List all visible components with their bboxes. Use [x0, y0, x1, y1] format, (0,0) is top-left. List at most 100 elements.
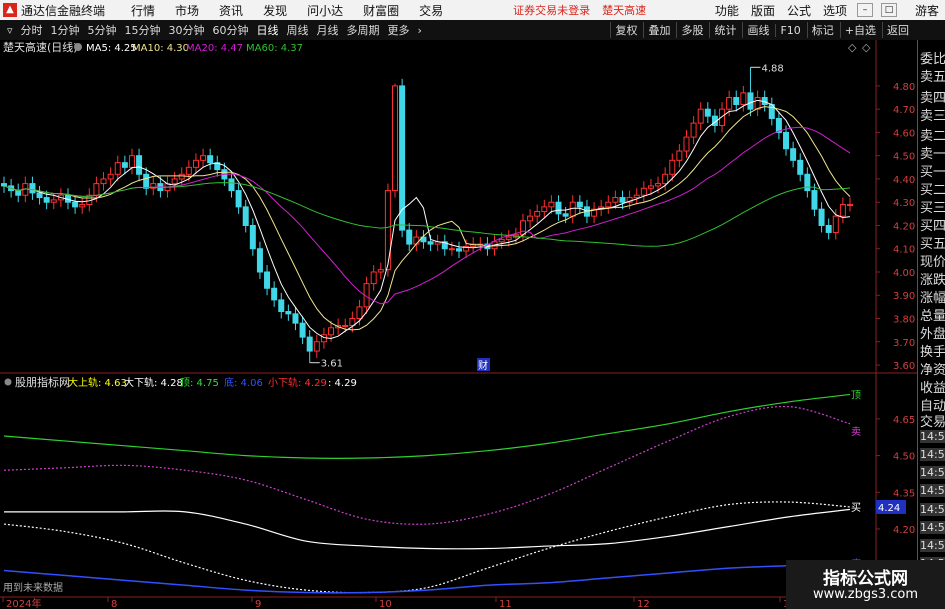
tool-multi-stock[interactable]: 多股 [676, 22, 707, 38]
indicator-tick-label: 4.20 [893, 525, 915, 536]
ma-legend-3: MA20: 4.47 [186, 43, 243, 54]
candle-body [121, 162, 128, 168]
side-panel-item[interactable]: 14:56 [920, 503, 945, 516]
menu-function[interactable]: 功能 [715, 2, 739, 19]
tool-f10[interactable]: F10 [775, 23, 804, 37]
tool-add-watchlist[interactable]: +自选 [839, 22, 880, 38]
tool-adjust[interactable]: 复权 [610, 22, 641, 38]
candle-body [612, 197, 619, 203]
candle-body [292, 313, 299, 324]
period-30min[interactable]: 30分钟 [166, 22, 208, 38]
candle-body [171, 178, 178, 185]
ma-legend-4: MA60: 4.37 [246, 43, 303, 54]
candle-body [107, 173, 114, 180]
minimize-icon[interactable]: – [856, 3, 873, 17]
tool-overlay[interactable]: 叠加 [643, 22, 674, 38]
side-panel-item[interactable]: 卖三 [920, 105, 945, 124]
side-panel-item[interactable]: 买三 [920, 197, 945, 216]
side-panel-item[interactable]: 交易 [920, 411, 945, 430]
login-notice[interactable]: 证券交易未登录 [513, 2, 590, 18]
candle-body [313, 341, 320, 352]
side-panel-item[interactable]: 卖五 [920, 66, 945, 85]
period-daily[interactable]: 日线 [254, 22, 282, 38]
side-panel-item[interactable]: 14:56 [920, 539, 945, 552]
menu-quotes[interactable]: 行情 [131, 2, 155, 19]
stock-chart[interactable]: 4.80 4.70 4.60 4.50 4.40 4.30 4.20 4.10 4.00 3.90… [0, 40, 917, 609]
period-60min[interactable]: 60分钟 [210, 22, 252, 38]
candle-body [192, 159, 199, 168]
period-toolbar: ▿ 分时 1分钟 5分钟 15分钟 30分钟 60分钟 日线 周线 月线 多周期… [0, 20, 945, 41]
period-more[interactable]: 更多 [385, 22, 413, 38]
candle-body [43, 197, 50, 203]
period-multi[interactable]: 多周期 [344, 22, 383, 38]
dropdown-icon[interactable]: ▿ [4, 24, 16, 37]
side-panel-item[interactable]: 14:56 [920, 430, 945, 443]
menu-wealth[interactable]: 财富圈 [363, 2, 399, 19]
candle-body [733, 97, 740, 106]
period-15min[interactable]: 15分钟 [122, 22, 164, 38]
price-tick-label: 4.00 [893, 268, 915, 279]
candle-body [306, 336, 313, 352]
side-panel-item[interactable]: 卖一 [920, 143, 945, 162]
side-panel-item[interactable]: 收益 [920, 377, 945, 396]
period-timeshare[interactable]: 分时 [18, 22, 46, 38]
period-5min[interactable]: 5分钟 [85, 22, 120, 38]
tool-stats[interactable]: 统计 [709, 22, 740, 38]
chevron-right-icon[interactable]: › [415, 24, 425, 37]
side-panel-item[interactable]: 涨幅 [920, 287, 945, 306]
menu-trade[interactable]: 交易 [419, 2, 443, 19]
period-1min[interactable]: 1分钟 [48, 22, 83, 38]
side-panel-item[interactable]: 买二 [920, 179, 945, 198]
candle-body [178, 173, 185, 180]
menu-discover[interactable]: 发现 [263, 2, 287, 19]
candle-body [534, 211, 541, 217]
restore-icon[interactable]: □ [880, 3, 897, 17]
menu-news[interactable]: 资讯 [219, 2, 243, 19]
candle-body [72, 201, 79, 208]
candle-body [136, 155, 143, 175]
side-panel-item[interactable]: 涨跌 [920, 269, 945, 288]
main-panel-bg [0, 40, 917, 373]
price-tick-label: 3.70 [893, 338, 915, 349]
tool-mark[interactable]: 标记 [806, 22, 838, 38]
side-panel-item[interactable]: 净资 [920, 359, 945, 378]
price-tick-label: 4.20 [893, 221, 915, 232]
candle-body [413, 236, 420, 245]
candle-body [655, 183, 662, 187]
side-panel-item[interactable]: 卖四 [920, 87, 945, 106]
price-tick-label: 4.70 [893, 105, 915, 116]
side-panel-item[interactable]: 现价 [920, 251, 945, 270]
candle-body [235, 190, 242, 208]
side-panel-item[interactable]: 总量 [920, 305, 945, 324]
menu-bar: ▲ 通达信金融终端 行情 市场 资讯 发现 问小达 财富圈 交易 证券交易未登录… [0, 0, 945, 20]
side-panel-item[interactable]: 14:56 [920, 466, 945, 479]
menu-layout[interactable]: 版面 [751, 2, 775, 19]
menu-options[interactable]: 选项 [823, 2, 847, 19]
menu-market[interactable]: 市场 [175, 2, 199, 19]
side-panel-item[interactable]: 14:56 [920, 521, 945, 534]
watermark-url: www.zbgs3.com [812, 587, 919, 602]
menu-formula[interactable]: 公式 [787, 2, 811, 19]
tool-back[interactable]: 返回 [882, 22, 913, 38]
menu-ask[interactable]: 问小达 [307, 2, 343, 19]
side-panel-item[interactable]: 换手 [920, 341, 945, 360]
period-weekly[interactable]: 周线 [284, 22, 312, 38]
side-panel-item[interactable]: 买四 [920, 215, 945, 234]
side-panel-item[interactable]: 外盘 [920, 323, 945, 342]
side-panel-item[interactable]: 卖二 [920, 125, 945, 144]
indicator-legend-4: 底: 4.06 [224, 376, 263, 389]
side-panel-item[interactable]: 14:56 [920, 484, 945, 497]
user-label[interactable]: 游客 [915, 2, 939, 19]
side-panel-item[interactable]: 买五 [920, 233, 945, 252]
tool-draw[interactable]: 画线 [742, 22, 773, 38]
date-tick-label: 12 [637, 599, 650, 609]
side-panel-item[interactable]: 买一 [920, 161, 945, 180]
candle-body [384, 190, 391, 271]
side-panel-item[interactable]: 14:56 [920, 448, 945, 461]
low-price-label: 3.61 [321, 359, 343, 370]
side-panel-item[interactable]: 委比 [920, 48, 945, 67]
candle-body [683, 136, 690, 152]
period-monthly[interactable]: 月线 [314, 22, 342, 38]
candle-body [427, 241, 434, 245]
candle-body [406, 229, 413, 245]
